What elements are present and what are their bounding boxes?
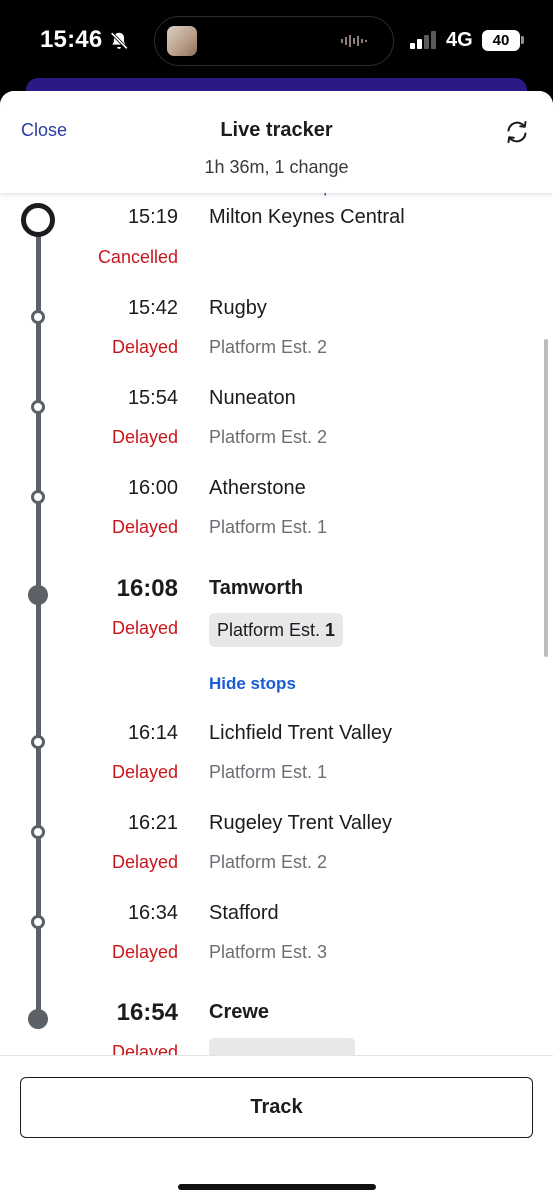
stop-platform: Platform Est. 2	[209, 337, 328, 357]
stop-status: Delayed	[111, 517, 178, 537]
stop-status: Delayed	[111, 852, 178, 872]
dynamic-island[interactable]	[154, 16, 394, 66]
stop-status: Delayed	[111, 427, 178, 447]
waveform-icon	[341, 35, 367, 47]
battery-icon: 40	[482, 30, 520, 51]
stop-name: Atherstone	[209, 477, 306, 499]
stop-platform: Platform Est. 1	[209, 517, 328, 537]
stop-name: Lichfield Trent Valley	[209, 722, 393, 744]
signal-bars-icon	[410, 31, 436, 49]
stop-marker	[31, 490, 45, 504]
timeline-rail	[36, 223, 41, 1023]
platform-label: Platform Est.	[217, 620, 326, 640]
refresh-icon[interactable]	[502, 117, 532, 147]
stop-platform: Platform Est. 2	[209, 852, 328, 872]
stop-marker	[31, 825, 45, 839]
stop-time: 16:14	[127, 722, 178, 744]
stop-time: 16:00	[127, 477, 178, 499]
platform-number: 1	[325, 620, 336, 640]
now-playing-thumbnail	[167, 26, 197, 56]
stop-status: Cancelled	[97, 247, 178, 267]
change-stop-marker	[28, 1009, 48, 1029]
stop-time: 16:34	[127, 902, 178, 924]
home-indicator[interactable]	[178, 1184, 376, 1190]
change-stop-marker	[28, 585, 48, 605]
live-tracker-sheet: Close Live tracker 1h 36m, 1 change Hide…	[0, 91, 553, 1200]
stop-name: Rugeley Trent Valley	[209, 812, 393, 834]
footer: Track	[0, 1055, 553, 1200]
stop-marker	[31, 310, 45, 324]
stop-name: Tamworth	[209, 577, 304, 599]
stop-status: Delayed	[111, 942, 178, 962]
status-time: 15:46	[40, 26, 103, 53]
stop-name: Rugby	[209, 297, 267, 319]
stop-time: 16:21	[127, 812, 178, 834]
origin-stop-marker	[21, 203, 55, 237]
status-bar: 15:46 4G 40	[0, 0, 553, 86]
stop-marker	[31, 735, 45, 749]
stop-name: Stafford	[209, 902, 279, 924]
platform-badge: Platform Est. 1	[209, 613, 344, 647]
network-type: 4G	[446, 29, 473, 51]
stop-platform: Platform Est. 2	[209, 427, 328, 447]
scrollbar[interactable]	[544, 339, 548, 657]
sheet-header: Close Live tracker 1h 36m, 1 change	[0, 91, 553, 193]
journey-summary: 1h 36m, 1 change	[204, 157, 349, 177]
stop-marker	[31, 400, 45, 414]
stop-name: Milton Keynes Central	[209, 206, 405, 228]
stop-status: Delayed	[111, 762, 178, 782]
stop-status: Delayed	[111, 618, 178, 638]
stop-time: 16:08	[116, 575, 178, 602]
page-title: Live tracker	[220, 119, 333, 141]
stop-marker	[31, 915, 45, 929]
bell-slash-icon	[110, 32, 128, 50]
stop-name: Crewe	[209, 1001, 270, 1023]
track-button[interactable]: Track	[20, 1077, 533, 1138]
stop-platform: Platform Est. 3	[209, 942, 328, 962]
stop-platform: Platform Est. 1	[209, 762, 328, 782]
stop-time: 16:54	[116, 999, 178, 1026]
journey-timeline: 15:19 Milton Keynes Central Cancelled 15…	[0, 193, 553, 1093]
hide-stops-link[interactable]: Hide stops	[209, 674, 296, 694]
stop-time: 15:19	[127, 206, 178, 228]
stop-name: Nuneaton	[209, 387, 296, 409]
stop-status: Delayed	[111, 337, 178, 357]
stop-time: 15:54	[127, 387, 178, 409]
stop-time: 15:42	[127, 297, 178, 319]
battery-nub	[521, 36, 524, 44]
